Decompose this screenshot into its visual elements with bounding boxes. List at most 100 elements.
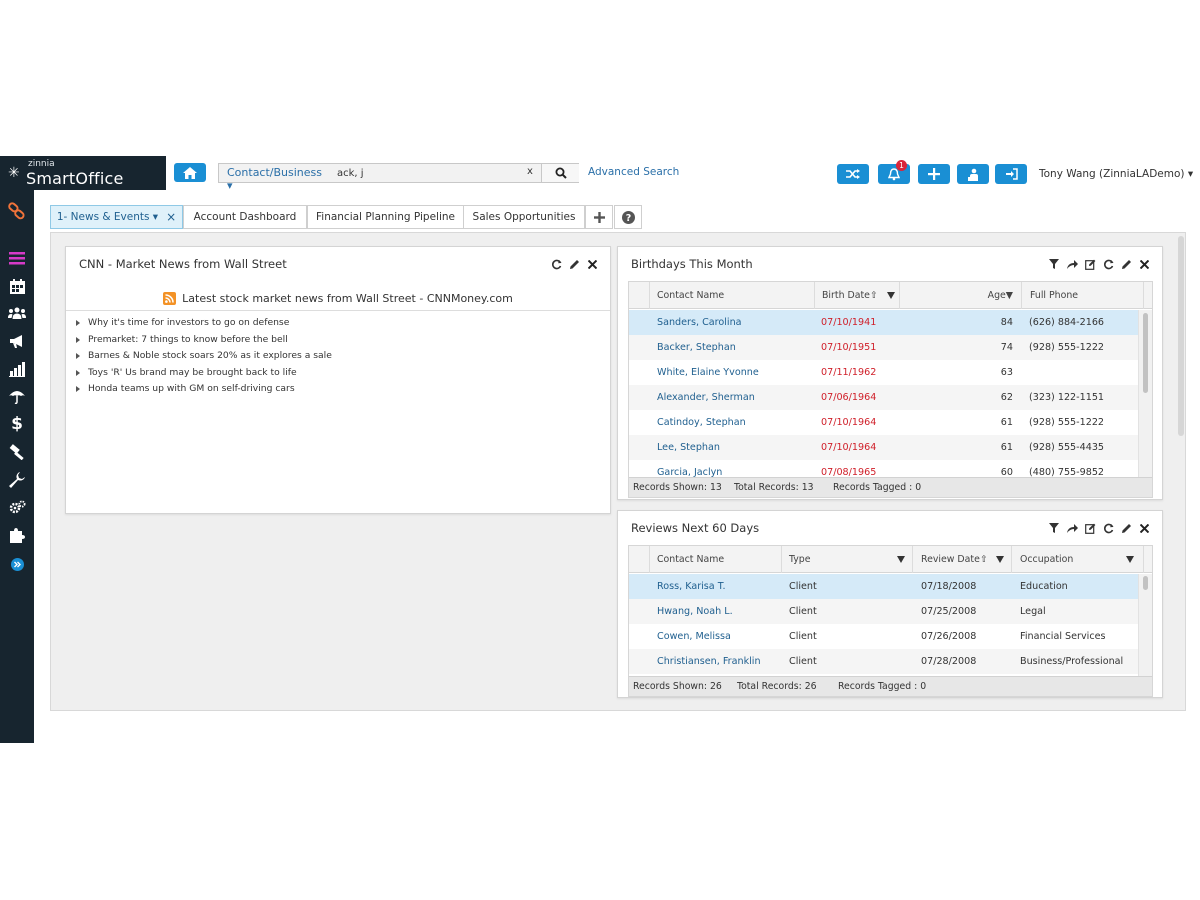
table-row[interactable]: Backer, Stephan 07/10/1951 74 (928) 555-… — [629, 335, 1140, 360]
news-item[interactable]: Why it's time for investors to go on def… — [76, 315, 332, 332]
filter-dropdown-icon[interactable] — [886, 292, 895, 299]
column-contact-name[interactable]: Contact Name — [649, 546, 781, 573]
news-item[interactable]: Honda teams up with GM on self-driving c… — [76, 381, 332, 398]
search-clear-button[interactable]: x — [527, 166, 533, 177]
news-item[interactable]: Toys 'R' Us brand may be brought back to… — [76, 365, 332, 382]
column-review-date[interactable]: Review Date⇧ — [912, 546, 1011, 573]
share-icon[interactable] — [1066, 258, 1078, 270]
news-item-text[interactable]: Barnes & Noble stock soars 20% as it exp… — [88, 348, 332, 365]
news-item-text[interactable]: Premarket: 7 things to know before the b… — [88, 332, 288, 349]
news-item-text[interactable]: Honda teams up with GM on self-driving c… — [88, 381, 295, 398]
hammer-icon[interactable] — [6, 442, 28, 462]
news-item[interactable]: Premarket: 7 things to know before the b… — [76, 332, 332, 349]
bar-chart-icon[interactable] — [6, 359, 28, 379]
scrollbar-thumb[interactable] — [1143, 576, 1148, 590]
news-item-text[interactable]: Why it's time for investors to go on def… — [88, 315, 289, 332]
table-row[interactable]: White, Elaine Yvonne 07/11/1962 63 — [629, 360, 1140, 385]
table-row[interactable]: Alexander, Sherman 07/06/1964 62 (323) 1… — [629, 385, 1140, 410]
user-tasks-button[interactable] — [957, 164, 989, 184]
share-icon[interactable] — [1066, 522, 1078, 534]
search-type-dropdown[interactable]: Contact/Business ▾ — [219, 164, 331, 192]
switch-button[interactable] — [837, 164, 869, 184]
column-type-label: Type — [789, 554, 811, 565]
tab-financial-planning-pipeline[interactable]: Financial Planning Pipeline — [307, 205, 464, 229]
contact-name-link[interactable]: White, Elaine Yvonne — [657, 360, 759, 385]
search-submit-button[interactable] — [541, 164, 579, 182]
edit-icon[interactable] — [568, 258, 580, 270]
gears-icon[interactable] — [6, 497, 28, 517]
help-button[interactable]: ? — [614, 205, 642, 229]
scrollbar-thumb[interactable] — [1143, 313, 1148, 393]
edit-box-icon[interactable] — [1084, 522, 1096, 534]
column-occupation[interactable]: Occupation — [1011, 546, 1143, 573]
tab-close-icon[interactable]: × — [166, 210, 176, 224]
contact-name-link[interactable]: Ross, Karisa T. — [657, 574, 726, 599]
contact-name-link[interactable]: Christiansen, Franklin — [657, 649, 761, 674]
table-row[interactable]: Hwang, Noah L. Client 07/25/2008 Legal — [629, 599, 1140, 624]
user-menu[interactable]: Tony Wang (ZinniaLADemo) ▾ — [1039, 168, 1193, 180]
column-birth-date[interactable]: Birth Date⇧ — [814, 282, 899, 309]
dollar-icon[interactable]: $ — [6, 414, 28, 434]
add-button[interactable] — [918, 164, 950, 184]
login-button[interactable] — [995, 164, 1027, 184]
filter-dropdown-icon[interactable] — [1126, 556, 1134, 563]
column-age[interactable]: Age▼ — [899, 282, 1021, 309]
megaphone-icon[interactable] — [6, 331, 28, 351]
column-contact-name[interactable]: Contact Name — [649, 282, 814, 309]
contact-name-link[interactable]: Cowen, Melissa — [657, 624, 731, 649]
tab-sales-opportunities[interactable]: Sales Opportunities — [463, 205, 585, 229]
feed-title[interactable]: Latest stock market news from Wall Stree… — [182, 292, 513, 305]
contact-name-link[interactable]: Hwang, Noah L. — [657, 599, 733, 624]
refresh-icon[interactable] — [1102, 522, 1114, 534]
menu-icon[interactable] — [6, 248, 28, 268]
table-row[interactable]: Ross, Karisa T. Client 07/18/2008 Educat… — [629, 574, 1140, 599]
refresh-icon[interactable] — [1102, 258, 1114, 270]
filter-icon[interactable] — [1048, 522, 1060, 534]
filter-dropdown-icon[interactable] — [897, 556, 905, 563]
wrench-icon[interactable] — [6, 470, 28, 490]
advanced-search-link[interactable]: Advanced Search — [588, 166, 679, 178]
table-row[interactable]: Cowen, Melissa Client 07/26/2008 Financi… — [629, 624, 1140, 649]
refresh-icon[interactable] — [550, 258, 562, 270]
home-button[interactable] — [174, 163, 206, 182]
news-item-text[interactable]: Toys 'R' Us brand may be brought back to… — [88, 365, 297, 382]
tab-news-events[interactable]: 1- News & Events ▾ × — [50, 205, 183, 229]
umbrella-icon[interactable] — [6, 386, 28, 406]
type-cell: Client — [789, 581, 817, 592]
contact-name-link[interactable]: Alexander, Sherman — [657, 385, 755, 410]
edit-icon[interactable] — [1120, 522, 1132, 534]
edit-box-icon[interactable] — [1084, 258, 1096, 270]
close-icon[interactable] — [586, 258, 598, 270]
page-scrollbar-thumb[interactable] — [1178, 236, 1184, 436]
contact-name-link[interactable]: Sanders, Carolina — [657, 310, 742, 335]
puzzle-icon[interactable] — [6, 525, 28, 545]
table-row[interactable]: Lee, Stephan 07/10/1964 61 (928) 555-443… — [629, 435, 1140, 460]
expand-icon[interactable] — [6, 554, 28, 574]
birthdays-scrollbar[interactable] — [1138, 310, 1152, 478]
add-tab-button[interactable] — [585, 205, 613, 229]
contact-name-link[interactable]: Backer, Stephan — [657, 335, 736, 360]
column-type[interactable]: Type — [781, 546, 912, 573]
table-row[interactable]: Sanders, Carolina 07/10/1941 84 (626) 88… — [629, 310, 1140, 335]
close-icon[interactable] — [1138, 522, 1150, 534]
filter-dropdown-icon[interactable] — [996, 556, 1004, 563]
notifications-button[interactable]: 1 — [878, 160, 910, 184]
people-icon[interactable] — [6, 303, 28, 323]
table-row[interactable]: Christiansen, Franklin Client 07/28/2008… — [629, 649, 1140, 674]
edit-icon[interactable] — [1120, 258, 1132, 270]
news-item[interactable]: Barnes & Noble stock soars 20% as it exp… — [76, 348, 332, 365]
column-full-phone[interactable]: Full Phone — [1021, 282, 1143, 309]
reviews-scrollbar[interactable] — [1138, 574, 1152, 676]
type-cell: Client — [789, 656, 817, 667]
tab-account-dashboard[interactable]: Account Dashboard — [183, 205, 307, 229]
filter-icon[interactable] — [1048, 258, 1060, 270]
app-logo[interactable]: ✳ zinnia SmartOffice — [0, 156, 166, 190]
calendar-icon[interactable] — [6, 276, 28, 296]
close-icon[interactable] — [1138, 258, 1150, 270]
table-row[interactable]: Catindoy, Stephan 07/10/1964 61 (928) 55… — [629, 410, 1140, 435]
home-icon — [183, 166, 197, 179]
contact-name-link[interactable]: Lee, Stephan — [657, 435, 720, 460]
contact-name-link[interactable]: Catindoy, Stephan — [657, 410, 746, 435]
link-icon[interactable] — [6, 201, 28, 221]
search-input[interactable] — [331, 164, 541, 182]
